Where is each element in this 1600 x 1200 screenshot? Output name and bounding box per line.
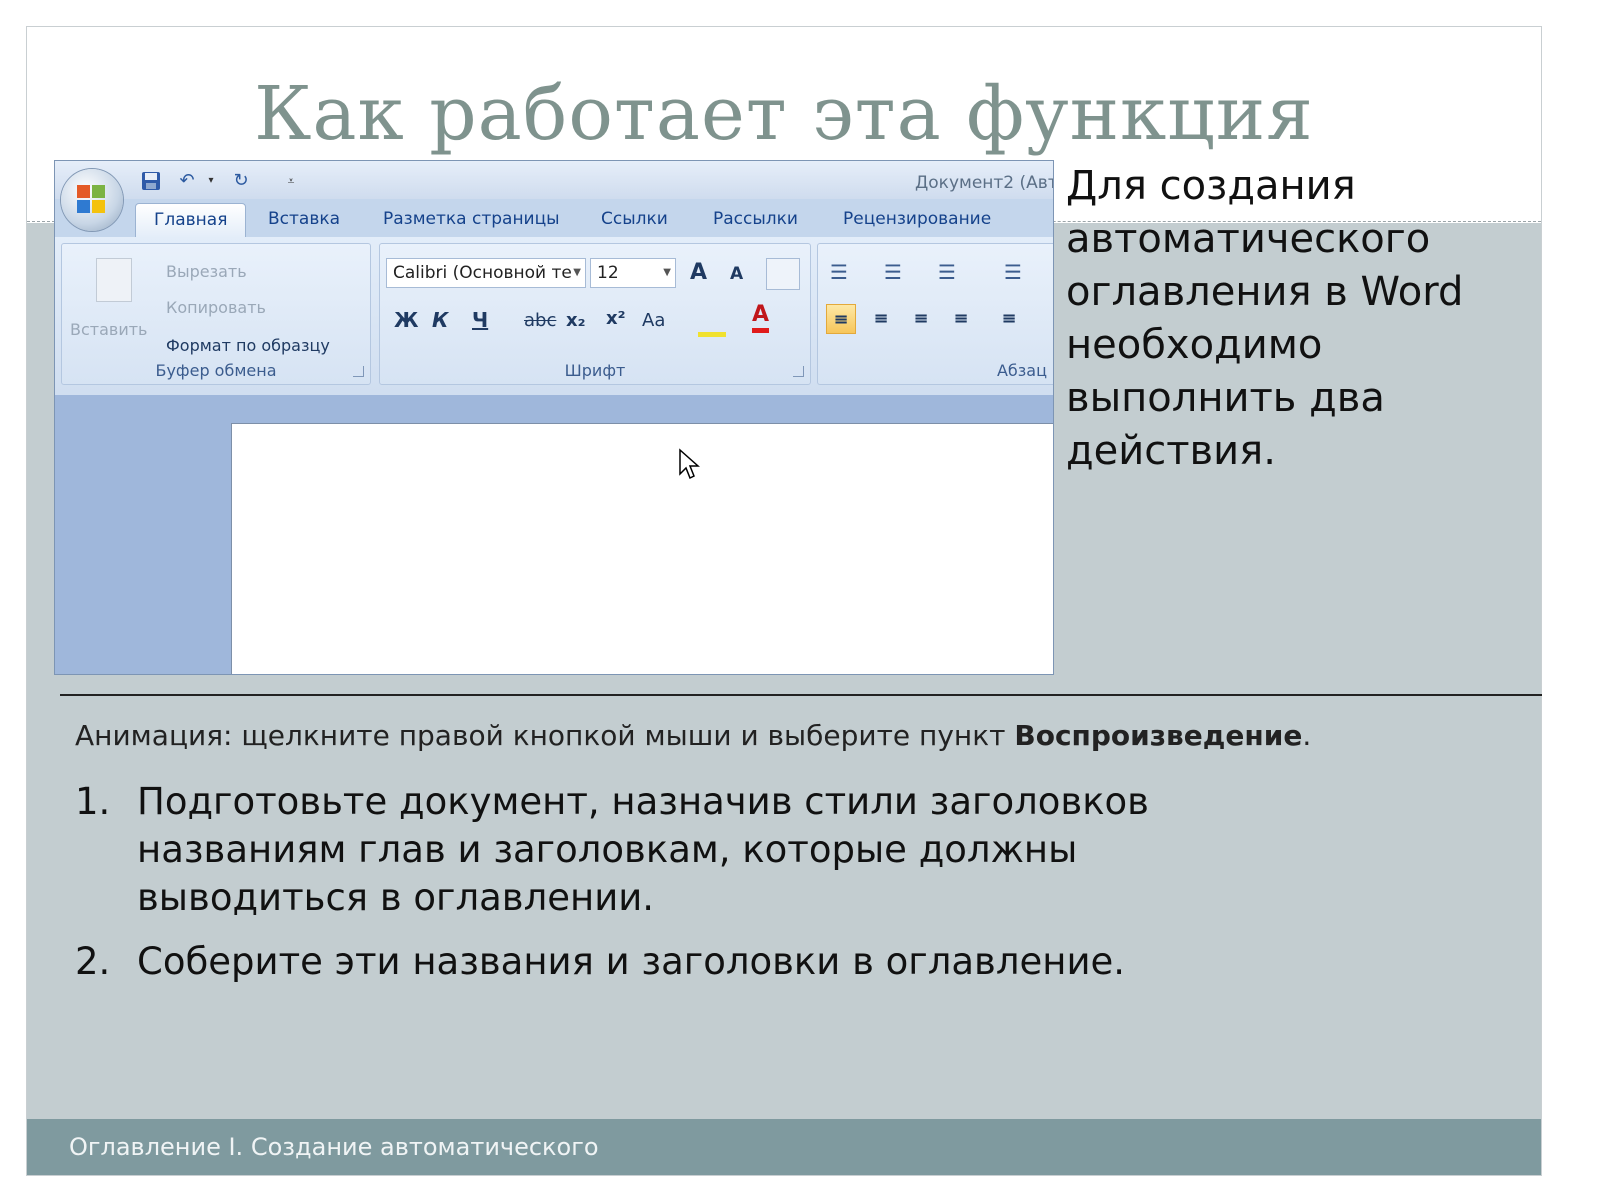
clipboard-group-label: Буфер обмена — [155, 361, 277, 380]
highlight-icon[interactable] — [698, 304, 726, 337]
copy-button[interactable]: Копировать — [166, 298, 266, 317]
numbering-icon[interactable]: ☰ — [884, 260, 902, 284]
slide-footer: Оглавление I. Создание автоматического — [27, 1119, 1541, 1175]
paste-button[interactable]: Вставить — [70, 320, 147, 339]
word-window: ↶ ▾ ↻ ⩡ Документ2 (Авт Главная Вставка Р… — [54, 160, 1054, 675]
document-page[interactable] — [231, 423, 1053, 674]
paragraph-group-label: Абзац — [996, 361, 1047, 380]
undo-dropdown-icon[interactable]: ▾ — [201, 171, 221, 191]
footer-text: Оглавление I. Создание автоматического — [69, 1133, 599, 1161]
align-right-button[interactable]: ≡ — [906, 304, 936, 334]
chevron-down-icon: ▼ — [663, 267, 671, 278]
side-description: Для создания автоматического оглавления … — [1066, 163, 1464, 474]
tab-review[interactable]: Рецензирование — [843, 209, 991, 229]
tab-home[interactable]: Главная — [135, 203, 247, 238]
separator-line — [60, 694, 1542, 696]
chevron-down-icon: ▼ — [573, 267, 581, 278]
shrink-font-icon[interactable]: A — [730, 264, 743, 284]
step-number: 2. — [75, 940, 111, 983]
tab-insert[interactable]: Вставка — [268, 209, 340, 229]
ribbon-tabs: Главная Вставка Разметка страницы Ссылки… — [55, 199, 1053, 238]
redo-icon[interactable]: ↻ — [231, 171, 251, 191]
indent-icon[interactable]: ☰ — [1004, 260, 1022, 284]
font-size-value: 12 — [597, 263, 619, 283]
multilevel-list-icon[interactable]: ☰ — [938, 260, 956, 284]
clear-formatting-icon[interactable] — [766, 258, 800, 290]
tab-page-layout[interactable]: Разметка страницы — [383, 209, 560, 229]
font-name-combobox[interactable]: Calibri (Основной те ▼ — [386, 258, 586, 288]
grow-font-icon[interactable]: A — [690, 260, 707, 285]
underline-button[interactable]: Ч — [472, 308, 488, 332]
customize-qat-icon[interactable]: ⩡ — [281, 171, 301, 191]
tab-references[interactable]: Ссылки — [601, 209, 668, 229]
document-workspace — [55, 395, 1053, 674]
align-left-button[interactable]: ≡ — [826, 304, 856, 334]
font-name-value: Calibri (Основной те — [393, 263, 572, 283]
list-item: 1. Подготовьте документ, назначив стили … — [75, 778, 1275, 922]
animation-note-text: Анимация: щелкните правой кнопкой мыши и… — [75, 719, 1015, 752]
line-spacing-button[interactable]: ≡ — [994, 304, 1024, 334]
office-logo-icon — [77, 185, 107, 215]
undo-icon[interactable]: ↶ — [177, 171, 197, 191]
subscript-button[interactable]: x₂ — [566, 310, 586, 331]
align-center-button[interactable]: ≡ — [866, 304, 896, 334]
dialog-launcher-icon[interactable] — [353, 366, 364, 377]
superscript-button[interactable]: x² — [606, 308, 626, 329]
document-title: Документ2 (Авт — [915, 173, 1054, 193]
cut-button[interactable]: Вырезать — [166, 262, 247, 281]
strikethrough-button[interactable]: abc — [524, 310, 556, 331]
animation-note-bold: Воспроизведение — [1014, 719, 1303, 752]
bullets-icon[interactable]: ☰ — [830, 260, 848, 284]
ribbon: Вставить Вырезать Копировать Формат по о… — [55, 237, 1053, 396]
paragraph-group: ☰ ☰ ☰ ☰ ≡ ≡ ≡ ≡ ≡ Абзац — [817, 243, 1053, 385]
font-group-label: Шрифт — [564, 361, 626, 380]
office-button[interactable] — [61, 169, 123, 231]
step-text: Соберите эти названия и заголовки в огла… — [137, 940, 1126, 983]
step-number: 1. — [75, 780, 111, 823]
slide-title: Как работает эта функция — [254, 71, 1314, 157]
list-item: 2. Соберите эти названия и заголовки в о… — [75, 938, 1275, 986]
animation-note-suffix: . — [1302, 719, 1312, 752]
font-color-icon[interactable]: A — [752, 302, 770, 333]
justify-button[interactable]: ≡ — [946, 304, 976, 334]
font-size-combobox[interactable]: 12 ▼ — [590, 258, 676, 288]
tab-mailings[interactable]: Рассылки — [713, 209, 798, 229]
paste-icon[interactable] — [96, 258, 132, 302]
dialog-launcher-icon[interactable] — [793, 366, 804, 377]
change-case-button[interactable]: Aa — [642, 310, 665, 331]
mouse-cursor-icon — [679, 448, 700, 480]
animation-note: Анимация: щелкните правой кнопкой мыши и… — [75, 719, 1311, 752]
italic-button[interactable]: К — [432, 308, 448, 332]
steps-list: 1. Подготовьте документ, назначив стили … — [75, 778, 1275, 1002]
font-group: Calibri (Основной те ▼ 12 ▼ A A Ж К Ч ab… — [379, 243, 811, 385]
format-painter-button[interactable]: Формат по образцу — [166, 336, 330, 355]
bold-button[interactable]: Ж — [394, 308, 418, 332]
quick-access-toolbar: ↶ ▾ ↻ ⩡ Документ2 (Авт — [55, 161, 1053, 199]
step-text: Подготовьте документ, назначив стили заг… — [137, 780, 1149, 919]
save-icon[interactable] — [141, 171, 161, 191]
clipboard-group: Вставить Вырезать Копировать Формат по о… — [61, 243, 371, 385]
